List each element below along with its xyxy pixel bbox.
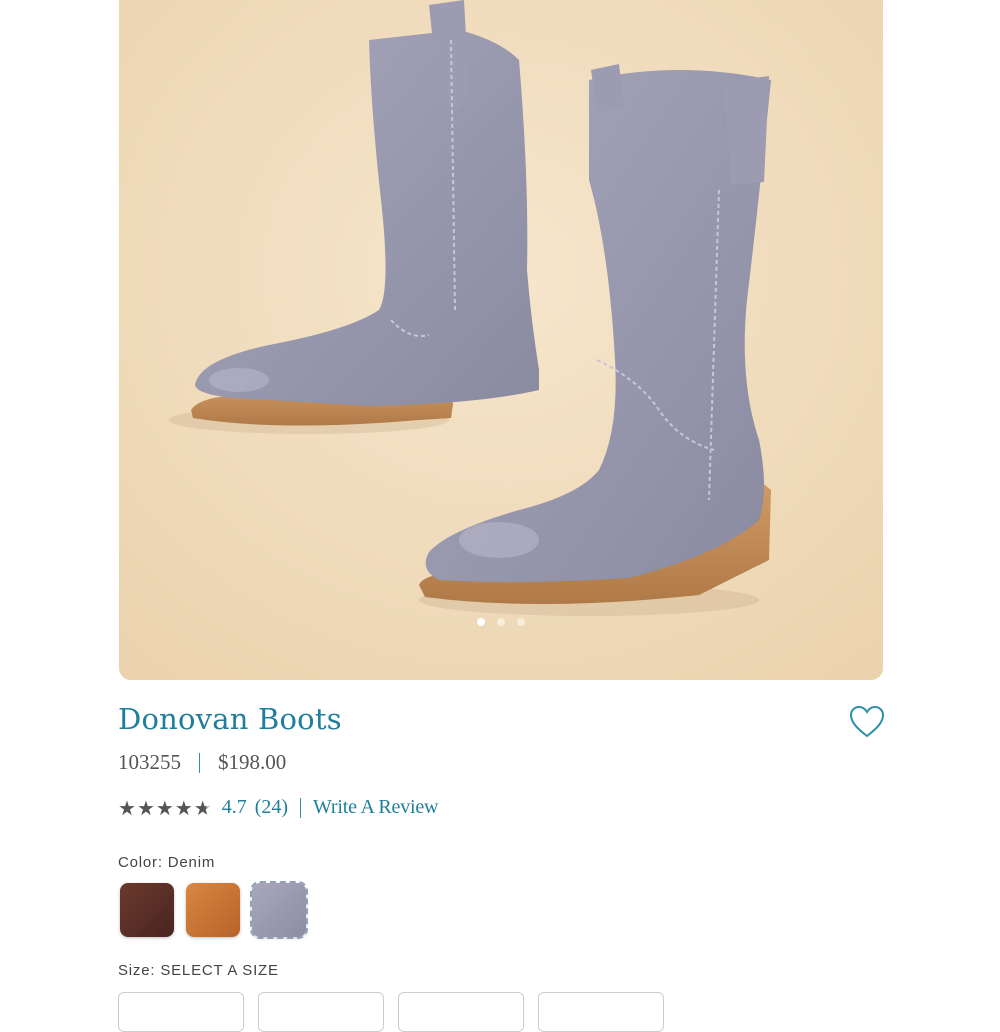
review-count[interactable]: (24)	[255, 796, 288, 819]
color-label: Color: Denim	[118, 854, 216, 871]
rating-row: ★ ★ ★ ★ ★ 4.7 (24) Write A Review	[118, 796, 438, 819]
write-review-link[interactable]: Write A Review	[313, 796, 438, 819]
divider	[199, 752, 200, 773]
color-swatches	[120, 881, 308, 939]
star-icon: ★	[193, 795, 212, 820]
star-rating: ★ ★ ★ ★ ★	[118, 798, 212, 818]
product-image-carousel[interactable]	[119, 0, 883, 680]
carousel-dots	[119, 618, 883, 626]
size-button[interactable]	[118, 992, 244, 1032]
size-button[interactable]	[538, 992, 664, 1032]
star-icon: ★	[136, 795, 155, 820]
product-sku: 103255	[118, 750, 181, 774]
color-swatch-brown[interactable]	[120, 883, 174, 937]
product-title: Donovan Boots	[118, 702, 342, 736]
boots-product-image	[119, 0, 883, 680]
size-button[interactable]	[258, 992, 384, 1032]
star-icon: ★	[155, 795, 174, 820]
carousel-dot[interactable]	[497, 618, 505, 626]
carousel-dot[interactable]	[517, 618, 525, 626]
size-options	[118, 992, 664, 1032]
carousel-dot[interactable]	[477, 618, 485, 626]
star-icon: ★	[174, 795, 193, 820]
divider	[300, 797, 302, 818]
wishlist-heart-icon[interactable]	[849, 705, 885, 739]
star-icon: ★	[118, 795, 136, 820]
size-label: Size: SELECT A SIZE	[118, 962, 279, 979]
color-swatch-denim[interactable]	[250, 881, 308, 939]
sku-price-row: 103255 $198.00	[118, 750, 286, 775]
rating-value[interactable]: 4.7	[222, 796, 247, 819]
size-button[interactable]	[398, 992, 524, 1032]
color-swatch-tan[interactable]	[186, 883, 240, 937]
product-price: $198.00	[218, 750, 287, 774]
